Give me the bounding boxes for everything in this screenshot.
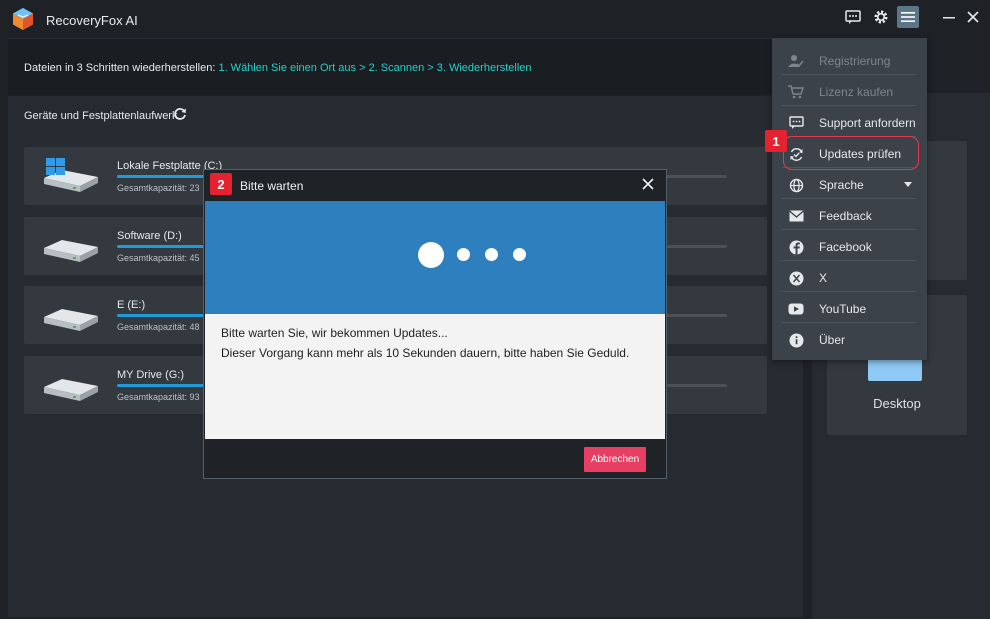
annotation-badge-2: 2 [210,173,232,195]
hard-drive-icon [44,240,98,262]
menu-item-lizenz-kaufen[interactable]: Lizenz kaufen [782,76,916,106]
main-menu-dropdown: Registrierung Lizenz kaufen Support anfo… [772,38,927,360]
steps-link[interactable]: 1. Wählen Sie einen Ort aus > 2. Scannen… [218,62,531,74]
dialog-close-icon[interactable] [641,177,655,191]
menu-item-x[interactable]: X [782,262,916,292]
menu-item-ueber[interactable]: Über [782,324,916,354]
drive-name: E (E:) [117,299,146,311]
drive-usage-fill [117,314,215,317]
chevron-down-icon [904,182,912,187]
menu-item-label: Sprache [819,178,864,192]
drive-capacity: Gesamtkapazität: 45 [117,253,200,263]
steps-text: Dateien in 3 Schritten wiederherstellen:… [24,62,532,74]
info-icon [788,332,804,348]
dialog-message-line2: Dieser Vorgang kann mehr als 10 Sekunden… [221,346,630,360]
youtube-icon [788,301,804,317]
menu-item-youtube[interactable]: YouTube [782,293,916,323]
menu-item-facebook[interactable]: Facebook [782,231,916,261]
app-title: RecoveryFox AI [46,13,138,28]
section-title: Geräte und Festplattenlaufwerk [24,110,178,122]
mail-icon [788,208,804,224]
annotation-highlight-ring [783,136,919,170]
gear-icon[interactable] [870,6,892,28]
menu-item-label: Registrierung [819,54,891,68]
menu-item-label: X [819,271,828,285]
feedback-chat-icon[interactable] [842,6,864,28]
minimize-icon[interactable] [938,6,960,28]
cart-icon [788,84,804,100]
location-label: Desktop [873,396,921,411]
user-check-icon [788,53,804,69]
loading-dot [513,248,526,261]
loading-dot [485,248,498,261]
refresh-icon[interactable] [173,107,187,121]
menu-item-label: YouTube [819,302,867,316]
drive-capacity: Gesamtkapazität: 23 [117,183,200,193]
facebook-icon [788,239,804,255]
loading-dot-large [418,242,444,268]
dialog-message-line1: Bitte warten Sie, wir bekommen Updates..… [221,326,448,340]
title-bar: RecoveryFox AI [0,0,990,34]
menu-item-label: Feedback [819,209,872,223]
annotation-badge-1: 1 [765,130,787,152]
loading-banner [205,201,665,314]
drive-name: MY Drive (G:) [117,369,185,381]
drive-name: Software (D:) [117,230,182,242]
chat-icon [788,115,804,131]
steps-bar: Dateien in 3 Schritten wiederherstellen:… [8,38,816,94]
drive-capacity: Gesamtkapazität: 93 [117,392,200,402]
menu-item-label: Über [819,333,846,347]
windows-drive-icon [44,158,98,192]
menu-item-support[interactable]: Support anfordern [782,107,916,137]
app-logo-icon [13,8,33,30]
please-wait-dialog: Bitte warten Bitte warten Sie, wir bekom… [203,169,667,479]
hard-drive-icon [44,379,98,401]
dialog-body: Bitte warten Sie, wir bekommen Updates..… [205,314,665,439]
cancel-button[interactable]: Abbrechen [584,447,646,472]
menu-item-registrierung[interactable]: Registrierung [782,45,916,75]
menu-item-label: Lizenz kaufen [819,85,894,99]
loading-dot [457,248,470,261]
menu-item-label: Support anfordern [819,116,916,130]
menu-item-label: Facebook [819,240,872,254]
hard-drive-icon [44,309,98,331]
menu-item-sprache[interactable]: Sprache [782,169,916,199]
steps-prefix: Dateien in 3 Schritten wiederherstellen: [24,62,216,74]
menu-item-feedback[interactable]: Feedback [782,200,916,230]
dialog-title: Bitte warten [240,179,304,193]
x-logo-icon [788,270,804,286]
globe-icon [788,177,804,193]
drive-capacity: Gesamtkapazität: 48 [117,322,200,332]
hamburger-menu-icon[interactable] [897,6,919,28]
close-icon[interactable] [962,6,984,28]
